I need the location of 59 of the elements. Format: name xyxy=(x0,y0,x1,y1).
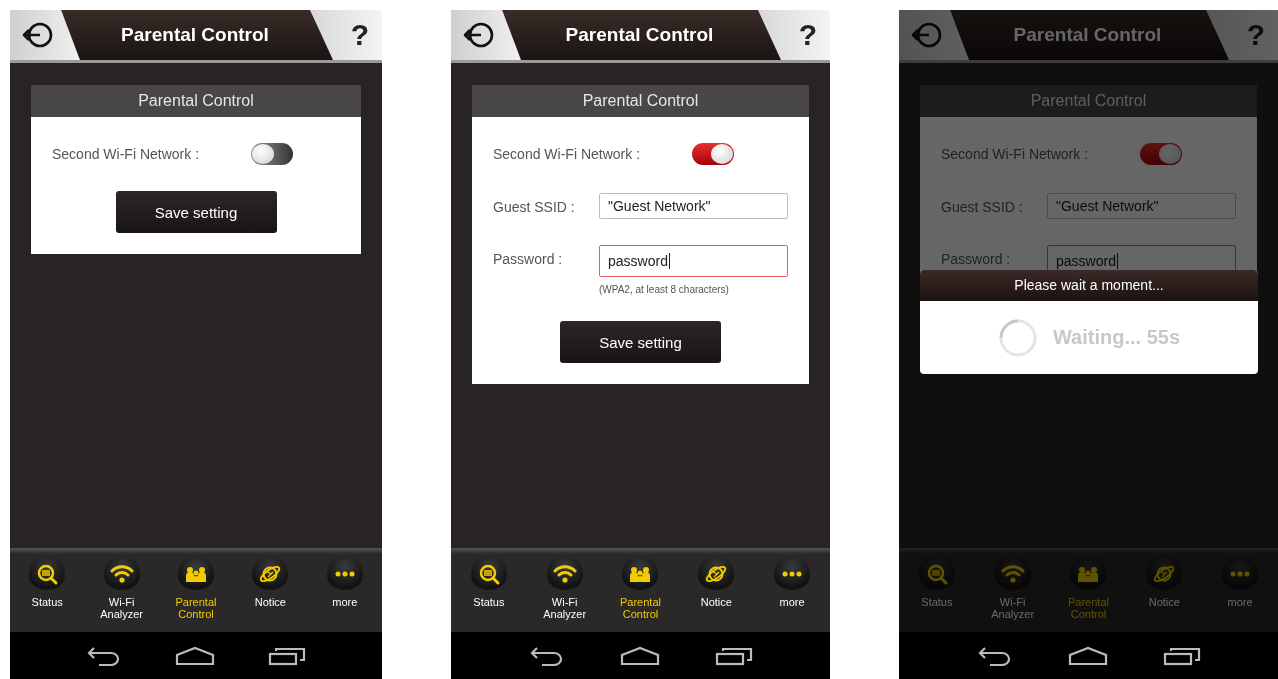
exit-icon xyxy=(911,21,943,49)
wifi-icon xyxy=(1000,562,1025,586)
header-title: Parental Control xyxy=(120,24,270,46)
nav-item[interactable]: Notice xyxy=(233,556,308,608)
exit-icon xyxy=(22,21,54,49)
panel-title: Parental Control xyxy=(920,85,1257,117)
toggle-label: Second Wi-Fi Network : xyxy=(493,146,642,162)
nav-item[interactable]: Parental Control xyxy=(158,556,234,620)
dialog-title: Please wait a moment... xyxy=(920,270,1258,301)
text-cursor xyxy=(1116,253,1118,269)
wifi-icon xyxy=(109,562,134,586)
back-icon[interactable] xyxy=(976,645,1013,666)
field-hint: (WPA2, at least 8 characters) xyxy=(599,284,730,295)
field-label: Guest SSID : xyxy=(493,198,576,215)
toggle-switch[interactable] xyxy=(251,143,293,165)
help-button[interactable]: ? xyxy=(758,10,830,60)
nav-item[interactable]: Parental Control xyxy=(602,556,679,620)
toggle-switch[interactable] xyxy=(1140,143,1182,165)
home-icon[interactable] xyxy=(175,645,215,666)
back-button[interactable] xyxy=(10,10,80,60)
wifi-icon xyxy=(552,562,577,586)
nav-item[interactable]: Status xyxy=(10,556,85,608)
back-icon[interactable] xyxy=(528,645,565,666)
magnifier-icon xyxy=(35,562,60,586)
nav-item[interactable]: Wi-Fi Analyzer xyxy=(526,556,603,620)
recent-apps-icon[interactable] xyxy=(267,645,306,666)
panel-title: Parental Control xyxy=(31,85,361,117)
back-button[interactable] xyxy=(451,10,521,60)
help-button[interactable]: ? xyxy=(310,10,382,60)
recent-apps-icon[interactable] xyxy=(714,645,753,666)
toggle-switch[interactable] xyxy=(692,143,734,165)
text-cursor xyxy=(668,253,670,269)
header-title: Parental Control xyxy=(1012,24,1163,46)
panel-title: Parental Control xyxy=(472,85,809,117)
field-label: Guest SSID : xyxy=(941,198,1024,215)
toggle-label: Second Wi-Fi Network : xyxy=(52,146,201,162)
dots-icon xyxy=(782,571,803,577)
nav-item[interactable]: Status xyxy=(451,556,527,608)
nav-item[interactable]: Notice xyxy=(678,556,755,608)
header-title: Parental Control xyxy=(564,24,715,46)
dots-icon xyxy=(334,571,355,577)
nav-item[interactable]: more xyxy=(754,556,830,608)
save-button[interactable]: Save setting xyxy=(560,321,721,363)
field-label: Password : xyxy=(941,250,1012,267)
input-field[interactable]: "Guest Network" xyxy=(599,193,788,219)
input-field[interactable]: password xyxy=(599,245,788,277)
field-label: Password : xyxy=(493,250,564,267)
spinner-icon xyxy=(997,317,1038,358)
nav-item[interactable]: Notice xyxy=(1126,556,1203,608)
dots-icon xyxy=(1230,571,1251,577)
toggle-label: Second Wi-Fi Network : xyxy=(941,146,1090,162)
nav-item[interactable]: Status xyxy=(899,556,975,608)
recent-apps-icon[interactable] xyxy=(1162,645,1201,666)
home-icon[interactable] xyxy=(619,645,660,666)
home-icon[interactable] xyxy=(1067,645,1108,666)
nav-item[interactable]: Wi-Fi Analyzer xyxy=(84,556,159,620)
exit-icon xyxy=(463,21,495,49)
nav-item[interactable]: more xyxy=(307,556,382,608)
save-button[interactable]: Save setting xyxy=(115,191,277,233)
